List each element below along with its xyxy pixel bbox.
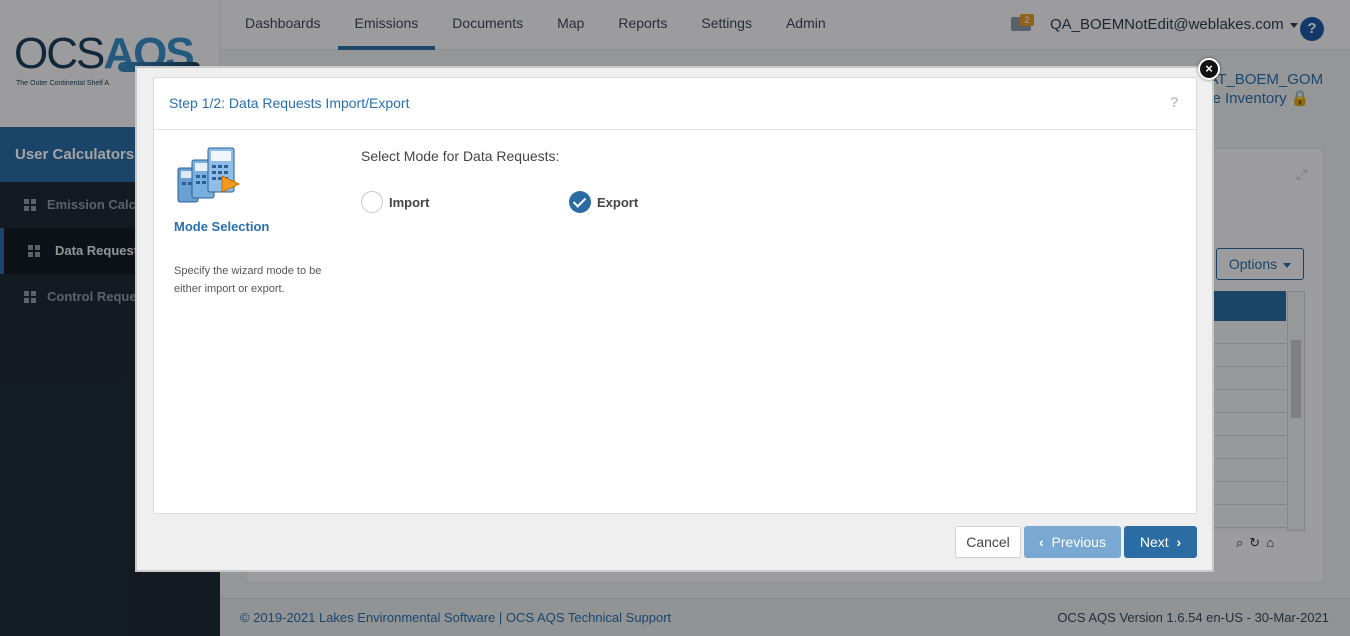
import-radio[interactable] (361, 191, 383, 213)
next-button[interactable]: Next › (1124, 526, 1197, 558)
close-icon[interactable]: × (1198, 58, 1220, 80)
import-label[interactable]: Import (389, 195, 429, 210)
previous-label: Previous (1051, 534, 1106, 550)
chevron-left-icon: ‹ (1039, 534, 1044, 550)
wizard-title: Step 1/2: Data Requests Import/Export (169, 95, 410, 111)
chevron-right-icon: › (1176, 534, 1182, 550)
next-label: Next (1139, 534, 1169, 550)
export-radio[interactable] (569, 191, 591, 213)
previous-button[interactable]: ‹ Previous (1024, 526, 1121, 558)
step-name: Mode Selection (174, 219, 270, 234)
calculator-icon (177, 147, 241, 203)
wizard-header: Step 1/2: Data Requests Import/Export ? (154, 78, 1196, 130)
export-label[interactable]: Export (597, 195, 638, 210)
cancel-button[interactable]: Cancel (955, 526, 1021, 558)
help-icon[interactable]: ? (1170, 94, 1179, 111)
step-description: Specify the wizard mode to be either imp… (174, 265, 322, 295)
mode-prompt: Select Mode for Data Requests: (361, 148, 560, 164)
